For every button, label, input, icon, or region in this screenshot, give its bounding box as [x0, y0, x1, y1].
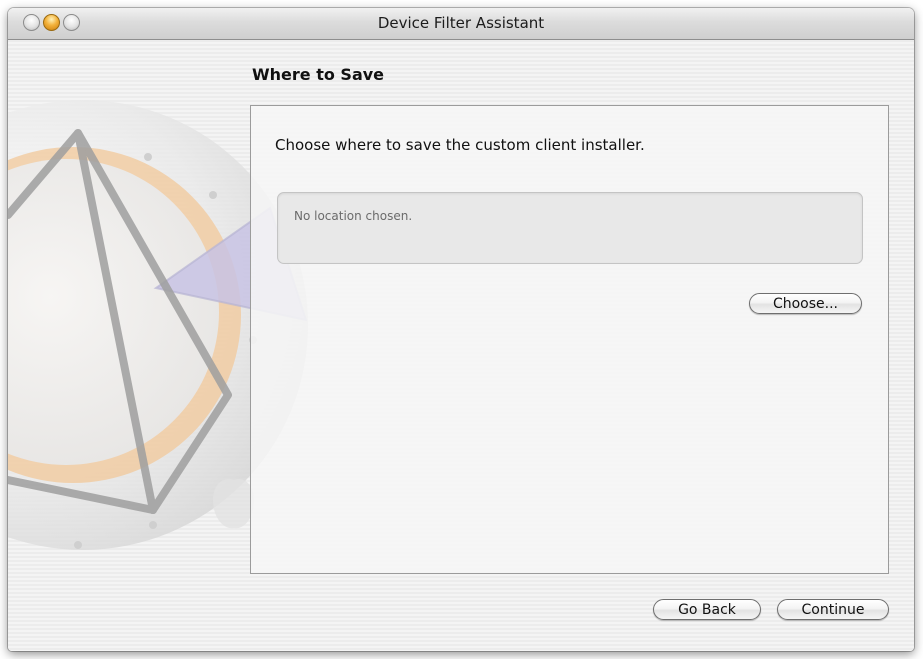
title-bar[interactable]: Device Filter Assistant [8, 8, 914, 40]
window-title: Device Filter Assistant [377, 14, 545, 32]
page-heading: Where to Save [252, 65, 385, 84]
content-panel: Choose where to save the custom client i… [250, 105, 889, 574]
save-location-field: No location chosen. [277, 192, 863, 264]
assistant-window: Device Filter Assistant Where to Save Ch… [8, 8, 914, 651]
continue-button[interactable]: Continue [777, 599, 889, 620]
choose-button[interactable]: Choose... [749, 293, 862, 314]
location-status-text: No location chosen. [294, 209, 413, 223]
go-back-button[interactable]: Go Back [653, 599, 761, 620]
instruction-text: Choose where to save the custom client i… [275, 136, 645, 154]
